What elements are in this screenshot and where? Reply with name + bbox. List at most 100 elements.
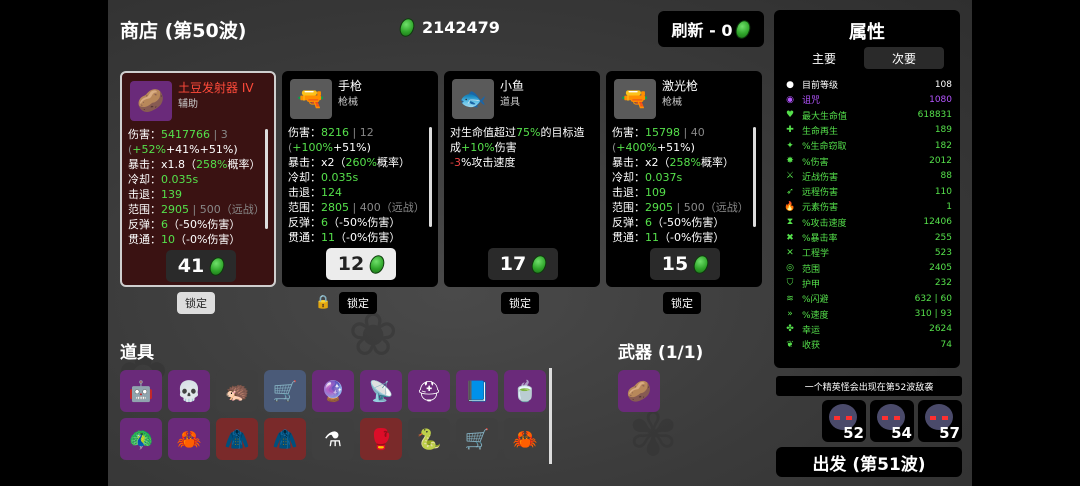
card-scrollbar[interactable] (265, 129, 268, 229)
weapon-slot[interactable]: 🥔 (618, 370, 660, 412)
items-scrollbar[interactable] (549, 368, 552, 464)
item-slot[interactable]: ⛑ (408, 370, 450, 412)
stat-label: 贯通： (612, 231, 645, 243)
book-icon: 📘 (464, 379, 490, 403)
engineering-icon: ✕ (786, 247, 794, 258)
stat-row: ● 目前等级 108 (784, 78, 952, 92)
item-slot[interactable]: 📘 (456, 370, 498, 412)
item-slot[interactable]: 🤖 (120, 370, 162, 412)
crit-suffix: 概率） (227, 158, 261, 171)
stat-value: 110 (934, 186, 952, 197)
item-slot[interactable]: 🦀 (504, 418, 546, 460)
stat-row: ✚ 生命再生 189 (784, 124, 952, 137)
item-category: 枪械 (662, 97, 682, 108)
shop-card[interactable]: 🔫 激光枪 枪械 伤害：15798 | 40 (+400%+51%) 暴击：x2（… (606, 71, 762, 287)
item-slot[interactable]: 🍵 (504, 370, 546, 412)
lock-button[interactable]: 锁定 (663, 292, 701, 314)
item-slot[interactable]: 🥊 (360, 418, 402, 460)
item-slot[interactable]: 🦀 (168, 418, 210, 460)
stat-value: 109 (645, 186, 666, 199)
bracket: ) (366, 141, 371, 154)
lock-button[interactable]: 锁定 (501, 292, 539, 314)
stat-label: 击退： (288, 186, 321, 199)
item-description: 对生命值超过75%的目标造成+10%伤害 -3%攻击速度 (450, 125, 590, 243)
stat-label: 最大生命值 (802, 111, 848, 122)
shop-card[interactable]: 🔫 手枪 枪械 伤害：8216 | 12 (+100%+51%) 暴击：x2（26… (282, 71, 438, 287)
item-slot[interactable]: 💀 (168, 370, 210, 412)
item-slot[interactable]: 🦔 (216, 370, 258, 412)
damage-value: 5417766 (161, 128, 210, 141)
item-name: 手枪 (338, 79, 363, 93)
item-slot[interactable]: 🧥 (216, 418, 258, 460)
item-slot[interactable]: 🔮 (312, 370, 354, 412)
heart-icon: ♥ (785, 110, 795, 121)
crit-label: 暴击：x2（ (288, 156, 346, 169)
item-slot[interactable]: 🛒 (264, 370, 306, 412)
item-slot[interactable]: 📡 (360, 370, 402, 412)
stat-value: 1080 (929, 94, 952, 105)
shop-card[interactable]: 🥔 土豆发射器 IV 辅助 伤害：5417766 | 3 (+52%+41%+5… (120, 71, 276, 287)
hedgehog-icon: 🦔 (224, 379, 250, 403)
fish-icon: 🐟 (452, 79, 494, 119)
stat-label: 工程学 (802, 249, 830, 260)
orb-icon: 🔮 (320, 379, 346, 403)
card-scrollbar[interactable] (753, 127, 756, 227)
buy-button[interactable]: 12 (326, 248, 396, 280)
item-slot[interactable]: ⚗ (312, 418, 354, 460)
lock-button[interactable]: 锁定 (177, 292, 215, 314)
crit-label: 暴击：x2（ (612, 156, 670, 169)
luck-icon: ✤ (786, 324, 794, 335)
elite-notice: 一个精英怪会出现在第52波敌袭 (776, 376, 962, 396)
item-slot[interactable]: 🛒 (456, 418, 498, 460)
stat-value: 2012 (929, 156, 952, 166)
enemy-wave-number: 54 (891, 424, 912, 442)
card-scrollbar[interactable] (429, 127, 432, 227)
tab-secondary[interactable]: 次要 (864, 47, 944, 69)
damage-bonus: +100% (292, 141, 333, 154)
stat-label: %暴击率 (802, 234, 838, 244)
lock-button[interactable]: 锁定 (339, 292, 377, 314)
lifesteal-icon: ✦ (786, 140, 794, 151)
crit-label: 暴击：x1.8（ (128, 158, 197, 171)
item-slot[interactable]: 🦚 (120, 418, 162, 460)
item-category: 枪械 (338, 97, 358, 108)
potato-launcher-icon: 🥔 (130, 81, 172, 121)
ranged-icon: ➶ (786, 186, 794, 197)
stat-value: 0.035s (161, 173, 199, 186)
item-slot[interactable]: 🐍 (408, 418, 450, 460)
buy-button[interactable]: 41 (166, 250, 236, 282)
stat-value: 0.035s (321, 171, 359, 184)
stat-row: ✦ %生命窃取 182 (784, 139, 952, 153)
stat-label: 冷却： (128, 173, 161, 186)
stat-suffix: （-0%伤害） (659, 231, 725, 243)
shop-card[interactable]: 🐟 小鱼 道具 对生命值超过75%的目标造成+10%伤害 -3%攻击速度 17 (444, 71, 600, 287)
buy-button[interactable]: 17 (488, 248, 558, 280)
stat-suffix: （-50%伤害） (168, 218, 241, 231)
crab-icon: 🦀 (512, 427, 538, 451)
item-slot[interactable]: 🧥 (264, 418, 306, 460)
stat-label: 反弹： (128, 218, 161, 231)
desc-value: +10% (461, 141, 495, 154)
stat-value: 6 (161, 218, 168, 231)
bracket: ) (690, 141, 695, 154)
stat-label: %速度 (802, 310, 829, 321)
shop-title: 商店 (第50波) (120, 20, 247, 42)
stat-label: 伤害： (288, 126, 321, 139)
crit-chance: 260% (345, 156, 377, 169)
start-wave-button[interactable]: 出发 (第51波) (776, 447, 962, 477)
stat-suffix: （-0%伤害） (175, 233, 241, 245)
tab-main[interactable]: 主要 (784, 47, 864, 69)
padlock-icon: 🔒 (315, 295, 332, 310)
stat-label: %生命窃取 (802, 142, 847, 153)
stat-label: 击退： (128, 188, 161, 201)
stat-label: 护甲 (802, 279, 821, 290)
stat-row: ◎ 范围 2405 (784, 262, 952, 275)
damage-value: 8216 (321, 126, 349, 139)
buy-button[interactable]: 15 (650, 248, 720, 280)
refresh-button[interactable]: 刷新 - 0 (658, 11, 764, 47)
crit-suffix: 概率） (700, 156, 734, 169)
stat-suffix: （-50%伤害） (328, 216, 401, 229)
stat-label: 伤害： (128, 128, 161, 141)
crit-suffix: 概率） (376, 156, 410, 169)
stat-suffix: | 500（远战） (189, 203, 265, 216)
